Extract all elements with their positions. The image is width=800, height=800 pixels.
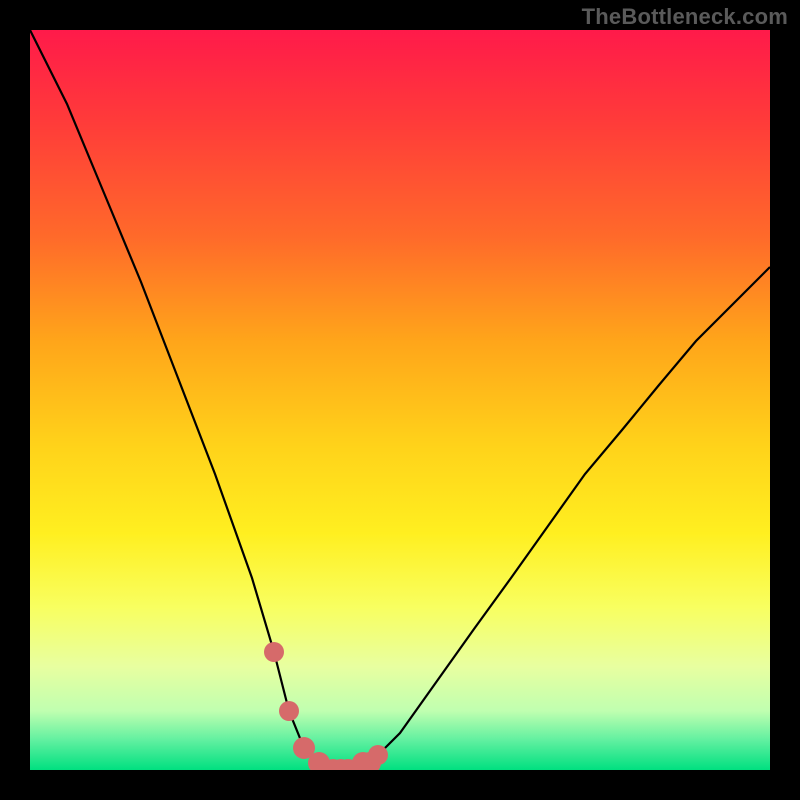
marker-point: [279, 701, 299, 721]
marker-point: [368, 745, 388, 765]
marker-group: [264, 642, 388, 770]
bottleneck-curve: [30, 30, 770, 770]
watermark-text: TheBottleneck.com: [582, 4, 788, 30]
plot-area: [30, 30, 770, 770]
chart-frame: TheBottleneck.com: [0, 0, 800, 800]
marker-point: [264, 642, 284, 662]
chart-svg: [30, 30, 770, 770]
